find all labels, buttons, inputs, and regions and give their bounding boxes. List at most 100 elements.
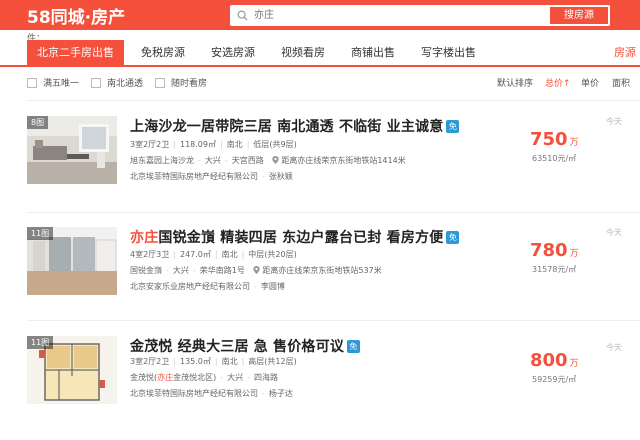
- listing-item[interactable]: 11图 金茂悦 经典大三居 急 售价格可议免 3室2厅2卫 | 135.0㎡ | 南北 |…: [0, 336, 640, 440]
- price-value: 800: [530, 350, 568, 371]
- search-icon: [237, 10, 248, 21]
- district-link[interactable]: 大兴: [227, 373, 243, 382]
- spec-area: 247.0㎡: [179, 250, 211, 259]
- unit-price: 59259元/㎡: [532, 375, 577, 384]
- price-unit: 万: [569, 138, 579, 148]
- community-link[interactable]: 旭东嘉园上海沙龙: [130, 156, 194, 165]
- community-prefix: 金茂悦(: [130, 373, 158, 382]
- site-logo[interactable]: 58同城·房产: [27, 3, 125, 28]
- tab-secondhand-sale[interactable]: 北京二手房出售: [27, 40, 124, 65]
- spec-orientation: 南北: [221, 250, 238, 259]
- listing-broker: 北京埃菲特国际房地产经纪有限公司 - 张秋颖: [130, 172, 293, 181]
- tab-tax-free[interactable]: 免税房源: [141, 40, 185, 65]
- district-link[interactable]: 大兴: [173, 266, 189, 275]
- tab-video-tour[interactable]: 视频看房: [281, 40, 325, 65]
- checkbox-label-north-south: 南北通透: [107, 79, 144, 89]
- area-link[interactable]: 天宫西路: [232, 156, 264, 165]
- sort-arrow-up-icon: ↑: [563, 79, 571, 89]
- spec-orientation: 南北: [221, 357, 238, 366]
- listing-specs: 3室2厅2卫 | 135.0㎡ | 南北 | 高层(共12层): [130, 357, 297, 366]
- list-divider: [27, 320, 640, 321]
- spec-layout: 3室2厅2卫: [130, 357, 170, 366]
- price-unit: 万: [569, 249, 579, 259]
- logo-number: 58: [27, 8, 51, 28]
- search-button[interactable]: 搜房源: [548, 5, 610, 26]
- listing-title[interactable]: 上海沙龙一居带院三居 南北通透 不临街 业主诚意免: [130, 116, 460, 136]
- community-link[interactable]: 国锐金嵿: [130, 266, 162, 275]
- listing-item[interactable]: 8图 上海沙龙一居带院三居 南北通透 不临街 业主诚意免 3室2厅2卫 | 118.…: [0, 116, 640, 220]
- spec-floor: 中层(共20层): [248, 250, 297, 259]
- spec-area: 135.0㎡: [179, 357, 211, 366]
- sort-default[interactable]: 默认排序: [497, 76, 533, 89]
- post-time: 今天: [606, 228, 622, 237]
- unit-price: 63510元/㎡: [532, 154, 577, 163]
- location-pin-icon: [253, 266, 261, 274]
- top-header: 58同城·房产 搜房源: [0, 0, 640, 30]
- checkbox-anytime-viewing[interactable]: [155, 78, 165, 88]
- list-divider: [27, 100, 640, 101]
- tax-free-badge: 免: [446, 231, 460, 244]
- listing-title-text: 上海沙龙一居带院三居 南北通透 不临街 业主诚意: [130, 119, 444, 135]
- checkbox-north-south[interactable]: [91, 78, 101, 88]
- tab-safe-select[interactable]: 安选房源: [211, 40, 255, 65]
- location-pin-icon: [272, 156, 280, 164]
- listing-broker: 北京安家乐业房地产经纪有限公司 - 李圆博: [130, 282, 285, 291]
- district-link[interactable]: 大兴: [205, 156, 221, 165]
- total-price: 800 万: [530, 350, 579, 371]
- post-time: 今天: [606, 117, 622, 126]
- listing-item[interactable]: 11图 亦庄国锐金嵿 精装四居 东边户露台已封 看房方便免 4室2厅3卫 | 247…: [0, 227, 640, 331]
- area-link[interactable]: 四海路: [254, 373, 278, 382]
- spec-layout: 3室2厅2卫: [130, 140, 170, 149]
- photo-count: 8图: [27, 116, 49, 129]
- listing-photo[interactable]: 8图: [27, 116, 117, 184]
- price-value: 780: [530, 240, 568, 261]
- logo-text: 同城·房产: [50, 8, 126, 28]
- community-highlight: 亦庄: [157, 373, 174, 382]
- post-time: 今天: [606, 343, 622, 352]
- sort-unit-price[interactable]: 单价: [581, 76, 599, 89]
- community-suffix: 金茂悦北区): [173, 373, 217, 382]
- broker-name: 杨子达: [268, 389, 293, 398]
- listing-broker: 北京埃菲特国际房地产经纪有限公司 - 杨子达: [130, 389, 293, 398]
- spec-floor: 高层(共12层): [248, 357, 297, 366]
- spec-area: 118.09㎡: [179, 140, 216, 149]
- category-tabs: 北京二手房出售 免税房源 安选房源 视频看房 商铺出售 写字楼出售 房源: [0, 40, 640, 67]
- listing-title-text: 国锐金嵿 精装四居 东边户露台已封 看房方便: [158, 230, 444, 246]
- listing-photo[interactable]: 11图: [27, 336, 117, 404]
- sort-total-price-label: 总价: [545, 79, 564, 89]
- listing-location: 旭东嘉园上海沙龙 - 大兴 - 天宫西路 距离亦庄线荣京东街地铁站1414米: [130, 156, 406, 165]
- tax-free-badge: 免: [347, 340, 361, 353]
- listing-photo[interactable]: 11图: [27, 227, 117, 295]
- broker-name: 李圆博: [260, 282, 285, 291]
- checkbox-five-year[interactable]: [27, 78, 37, 88]
- broker-name: 张秋颖: [268, 172, 293, 181]
- checkbox-label-anytime-viewing: 随时看房: [171, 79, 208, 89]
- tax-free-badge: 免: [446, 120, 460, 133]
- tab-listings-right[interactable]: 房源: [614, 40, 636, 65]
- total-price: 750 万: [530, 129, 579, 150]
- listing-title-highlight: 亦庄: [130, 230, 159, 246]
- checkbox-label-five-year: 满五唯一: [43, 79, 80, 89]
- broker-company: 北京安家乐业房地产经纪有限公司: [130, 282, 250, 291]
- tab-office-sale[interactable]: 写字楼出售: [421, 40, 476, 65]
- listing-title[interactable]: 金茂悦 经典大三居 急 售价格可议免: [130, 336, 361, 356]
- broker-company: 北京埃菲特国际房地产经纪有限公司: [130, 172, 258, 181]
- tab-shop-sale[interactable]: 商铺出售: [351, 40, 395, 65]
- total-price: 780 万: [530, 240, 579, 261]
- photo-count: 11图: [27, 227, 54, 240]
- search-box: 搜房源: [230, 5, 610, 26]
- sort-area[interactable]: 面积: [612, 76, 630, 89]
- listing-specs: 3室2厅2卫 | 118.09㎡ | 南北 | 低层(共9层): [130, 140, 297, 149]
- community-link[interactable]: 金茂悦(亦庄金茂悦北区): [130, 373, 216, 382]
- photo-count: 11图: [27, 336, 54, 349]
- sort-total-price[interactable]: 总价↑: [545, 76, 571, 89]
- price-value: 750: [530, 129, 568, 150]
- listing-title[interactable]: 亦庄国锐金嵿 精装四居 东边户露台已封 看房方便免: [130, 227, 460, 247]
- listing-location: 国锐金嵿 - 大兴 - 荣华南路1号 距离亦庄线荣京东街地铁站537米: [130, 266, 382, 275]
- filter-sort-bar: 满五唯一 南北通透 随时看房 默认排序 总价↑ 单价 面积: [0, 74, 640, 94]
- price-unit: 万: [569, 359, 579, 369]
- search-input[interactable]: [254, 7, 544, 24]
- spec-orientation: 南北: [226, 140, 243, 149]
- listing-title-text: 金茂悦 经典大三居 急 售价格可议: [130, 339, 345, 355]
- area-link[interactable]: 荣华南路1号: [200, 266, 245, 275]
